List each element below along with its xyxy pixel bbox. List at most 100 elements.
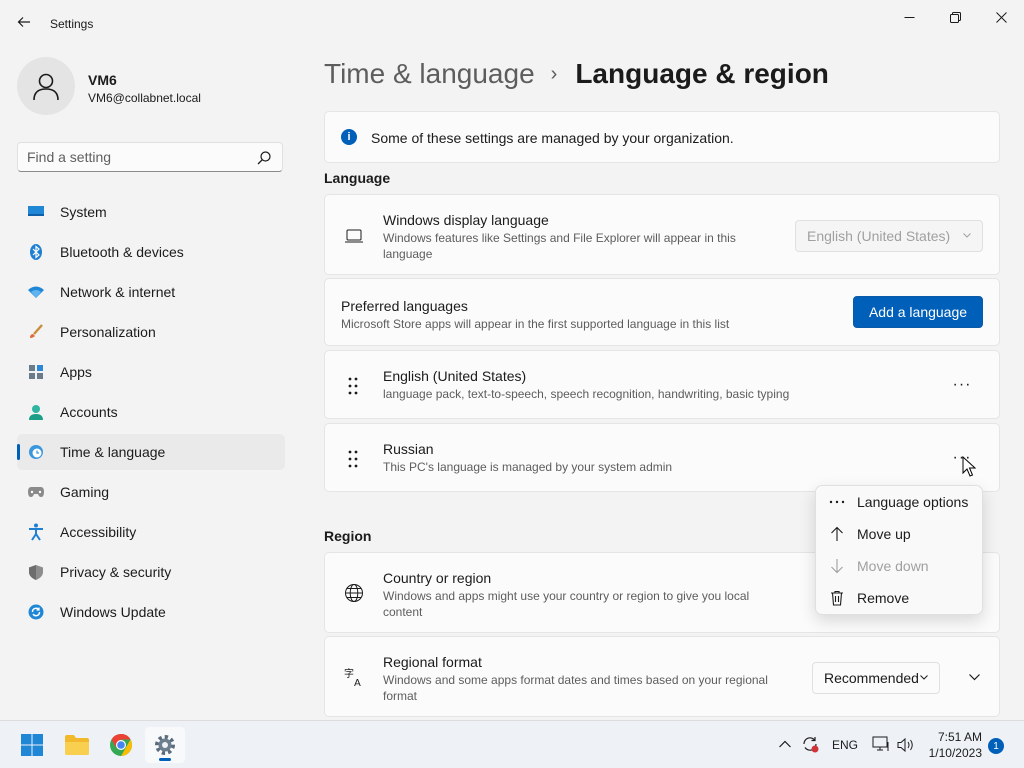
preferred-languages-card: Preferred languages Microsoft Store apps… (324, 278, 1000, 346)
globe-clock-icon (27, 444, 45, 460)
language-item-english: English (United States) language pack, t… (324, 350, 1000, 419)
row-title: Regional format (383, 654, 482, 670)
active-indicator (159, 758, 171, 761)
back-button[interactable] (12, 10, 36, 34)
sidebar-item-accessibility[interactable]: Accessibility (17, 514, 285, 550)
regional-format-icon: 字A (343, 666, 365, 688)
start-button[interactable] (12, 727, 52, 763)
folder-icon (65, 735, 89, 755)
close-icon (995, 11, 1007, 23)
sidebar-item-personalization[interactable]: Personalization (17, 314, 285, 350)
display-language-card: Windows display language Windows feature… (324, 194, 1000, 275)
person-icon (27, 404, 45, 420)
profile-email: VM6@collabnet.local (88, 91, 201, 105)
avatar[interactable] (17, 57, 75, 115)
info-text: Some of these settings are managed by yo… (371, 130, 734, 146)
menu-item-language-options[interactable]: Language options (820, 487, 978, 517)
sync-icon[interactable] (801, 735, 819, 753)
add-language-button[interactable]: Add a language (853, 296, 983, 328)
menu-item-label: Language options (857, 494, 969, 510)
breadcrumb: Time & language › Language & region (324, 58, 829, 90)
close-button[interactable] (978, 4, 1024, 30)
sidebar-item-system[interactable]: System (17, 194, 285, 230)
row-title: Windows display language (383, 212, 549, 228)
settings-app-button[interactable] (145, 727, 185, 763)
profile-name: VM6 (88, 72, 117, 88)
expand-chevron-icon[interactable] (968, 672, 981, 682)
info-bar: i Some of these settings are managed by … (324, 111, 1000, 163)
sidebar-item-windows-update[interactable]: Windows Update (17, 594, 285, 630)
wifi-icon (27, 284, 45, 300)
input-language-indicator[interactable]: ENG (832, 738, 858, 752)
notification-badge[interactable]: 1 (988, 738, 1004, 754)
sidebar-item-accounts[interactable]: Accounts (17, 394, 285, 430)
restore-button[interactable] (932, 4, 978, 30)
globe-icon (343, 582, 365, 604)
sidebar-item-label: Gaming (60, 484, 110, 500)
language-name: English (United States) (383, 368, 527, 384)
svg-text:A: A (354, 678, 361, 688)
sidebar-item-bluetooth[interactable]: Bluetooth & devices (17, 234, 285, 270)
gamepad-icon (27, 484, 45, 500)
menu-item-remove[interactable]: Remove (820, 583, 978, 613)
menu-item-move-up[interactable]: Move up (820, 519, 978, 549)
chrome-icon (110, 734, 132, 756)
row-subtitle: Windows features like Settings and File … (383, 231, 736, 261)
windows-logo-icon (21, 734, 43, 756)
menu-item-move-down: Move down (820, 551, 978, 581)
context-menu: Language options Move up Move down Remov… (815, 485, 983, 615)
laptop-icon (343, 225, 365, 247)
sidebar-item-label: Bluetooth & devices (60, 244, 184, 260)
monitor-icon (27, 204, 45, 220)
section-label-language: Language (324, 170, 391, 186)
search-input[interactable] (27, 149, 247, 165)
dropdown-value: English (United States) (807, 228, 951, 244)
breadcrumb-parent[interactable]: Time & language (324, 58, 535, 90)
minimize-icon (904, 16, 914, 18)
search-icon[interactable] (256, 150, 272, 166)
gear-icon (155, 735, 175, 755)
file-explorer-button[interactable] (57, 727, 97, 763)
menu-item-label: Move down (857, 558, 929, 574)
sidebar-item-apps[interactable]: Apps (17, 354, 285, 390)
language-name: Russian (383, 441, 434, 457)
clock-date[interactable]: 1/10/2023 (924, 746, 982, 760)
trash-icon (829, 590, 845, 606)
sidebar-item-privacy[interactable]: Privacy & security (17, 554, 285, 590)
sidebar-item-label: Personalization (60, 324, 156, 340)
sidebar-item-network[interactable]: Network & internet (17, 274, 285, 310)
sidebar-item-label: Network & internet (60, 284, 176, 300)
chevron-up-icon[interactable] (778, 738, 792, 750)
apps-icon (27, 364, 45, 380)
row-subtitle: Windows and some apps format dates and t… (383, 673, 768, 703)
sidebar-item-time-language[interactable]: Time & language (17, 434, 285, 470)
sidebar-item-label: Accounts (60, 404, 118, 420)
regional-format-dropdown[interactable]: Recommended (812, 662, 940, 694)
page-title: Language & region (575, 58, 829, 89)
sidebar-nav: System Bluetooth & devices Network & int… (17, 194, 285, 634)
arrow-up-icon (829, 526, 845, 542)
sidebar-item-label: Apps (60, 364, 92, 380)
network-icon[interactable] (872, 736, 890, 752)
chrome-button[interactable] (101, 727, 141, 763)
clock-time[interactable]: 7:51 AM (924, 730, 982, 744)
display-language-dropdown[interactable]: English (United States) (795, 220, 983, 252)
volume-icon[interactable] (897, 737, 915, 753)
drag-handle-icon[interactable] (345, 449, 361, 469)
arrow-down-icon (829, 558, 845, 574)
more-icon (829, 494, 845, 510)
info-icon: i (341, 129, 357, 145)
search-box[interactable] (17, 142, 283, 172)
shield-icon (27, 564, 45, 580)
chevron-down-icon (920, 675, 928, 680)
minimize-button[interactable] (886, 4, 932, 30)
menu-item-label: Remove (857, 590, 910, 606)
more-options-button[interactable]: ··· (947, 374, 977, 396)
update-icon (27, 604, 45, 620)
sidebar-item-gaming[interactable]: Gaming (17, 474, 285, 510)
drag-handle-icon[interactable] (345, 376, 361, 396)
sidebar-item-label: Time & language (60, 444, 166, 460)
accessibility-icon (27, 523, 45, 541)
svg-text:字: 字 (344, 667, 354, 680)
person-icon (33, 73, 59, 101)
